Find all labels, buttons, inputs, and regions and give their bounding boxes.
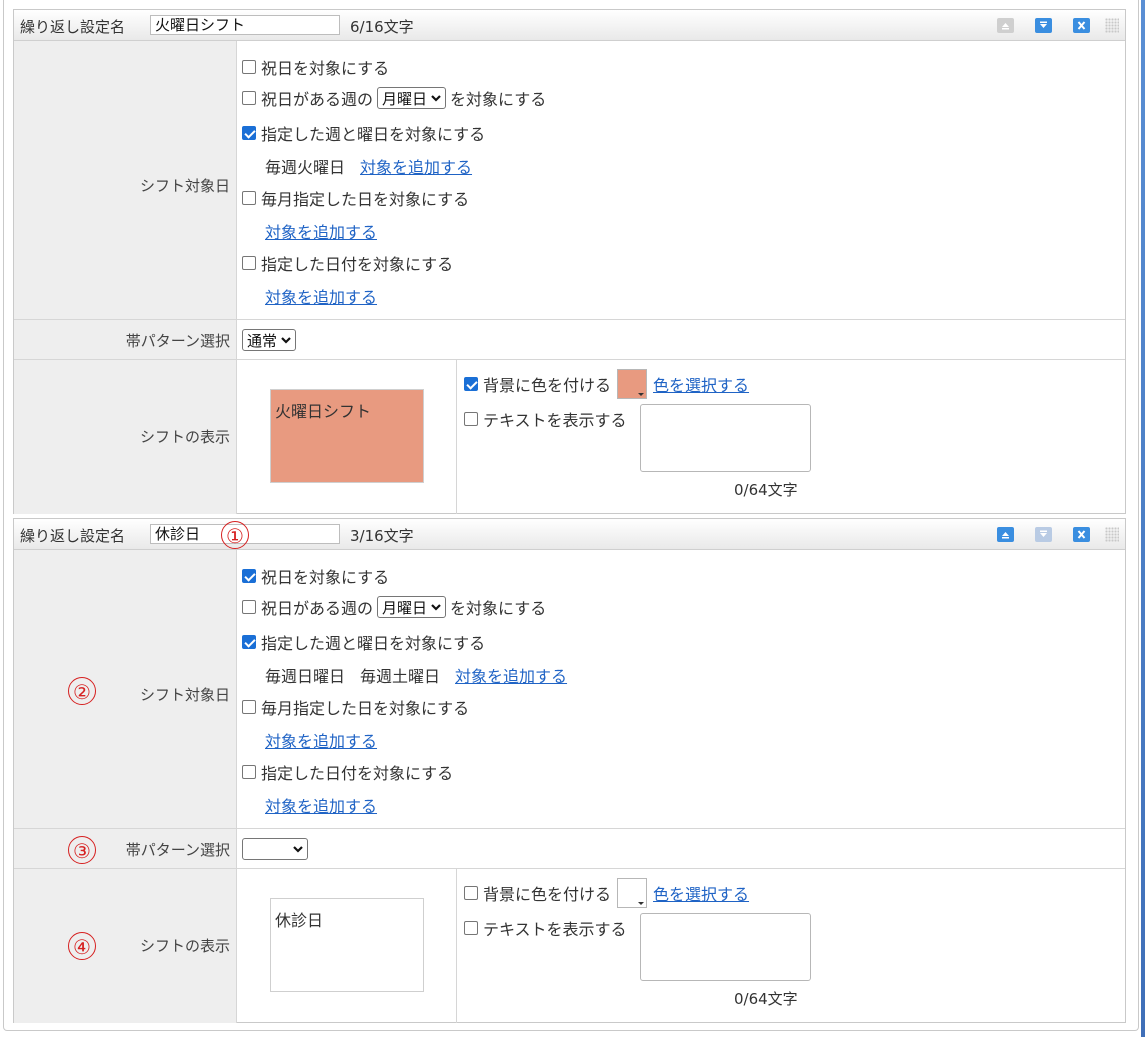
display-text-input[interactable] — [640, 404, 811, 472]
shift-target-label: シフト対象日 — [139, 686, 230, 704]
weekday-select[interactable]: 月曜日 — [377, 596, 447, 618]
holiday-week-checkbox[interactable] — [242, 600, 256, 614]
chevron-down-icon — [293, 846, 303, 853]
name-input[interactable]: 火曜日シフト — [150, 15, 340, 35]
date-option[interactable]: 指定した日付を対象にする — [242, 251, 453, 275]
shift-target-label: シフト対象日 — [139, 177, 230, 195]
window-edge — [1141, 0, 1145, 1037]
chevron-down-icon — [431, 95, 441, 102]
monthly-option[interactable]: 毎月指定した日を対象にする — [242, 186, 469, 210]
repeat-setting-block-1: 繰り返し設定名 火曜日シフト 6/16文字 シフト対象日 祝日を対象にする 祝日… — [13, 9, 1126, 514]
bg-color-checkbox[interactable] — [464, 377, 478, 391]
arrow-down-icon — [1035, 18, 1052, 33]
annotation-marker-4: ④ — [68, 932, 96, 960]
band-pattern-label: 帯パターン選択 — [125, 841, 230, 859]
block-header: 繰り返し設定名 休診日 3/16文字 — [14, 519, 1125, 550]
add-target-link[interactable]: 対象を追加する — [360, 154, 472, 178]
move-up-button[interactable] — [997, 18, 1014, 33]
bg-color-option[interactable]: 背景に色を付ける 色を選択する — [464, 878, 749, 908]
week-day-item: 毎週土曜日 — [360, 667, 441, 686]
bg-color-option[interactable]: 背景に色を付ける 色を選択する — [464, 369, 749, 399]
week-day-list: 毎週火曜日 対象を追加する — [265, 154, 472, 178]
drag-handle-icon[interactable] — [1105, 527, 1119, 542]
add-target-link[interactable]: 対象を追加する — [265, 284, 377, 308]
shift-target-row: シフト対象日 祝日を対象にする 祝日がある週の 月曜日 を対象にする 指定した週… — [14, 550, 1125, 828]
date-checkbox[interactable] — [242, 765, 256, 779]
arrow-up-icon — [997, 527, 1014, 542]
show-text-checkbox[interactable] — [464, 412, 478, 426]
arrow-down-icon — [1035, 527, 1052, 542]
shift-display-label: シフトの表示 — [139, 937, 230, 955]
add-target-link[interactable]: 対象を追加する — [265, 219, 377, 243]
show-text-option[interactable]: テキストを表示する — [464, 407, 627, 431]
name-label: 繰り返し設定名 — [20, 527, 126, 545]
shift-preview: 火曜日シフト — [270, 389, 424, 483]
holiday-week-checkbox[interactable] — [242, 91, 256, 105]
week-day-item: 毎週日曜日 — [265, 667, 346, 686]
color-swatch[interactable] — [617, 878, 648, 908]
holiday-option[interactable]: 祝日を対象にする — [242, 564, 389, 588]
monthly-checkbox[interactable] — [242, 191, 256, 205]
annotation-marker-1: ① — [221, 521, 249, 549]
close-icon — [1073, 527, 1090, 542]
week-day-option[interactable]: 指定した週と曜日を対象にする — [242, 121, 485, 145]
display-text-input[interactable] — [640, 913, 811, 981]
add-target-link[interactable]: 対象を追加する — [455, 663, 567, 687]
shift-target-row: シフト対象日 祝日を対象にする 祝日がある週の 月曜日 を対象にする 指定した週… — [14, 41, 1125, 319]
show-text-option[interactable]: テキストを表示する — [464, 916, 627, 940]
holiday-week-option[interactable]: 祝日がある週の 月曜日 を対象にする — [242, 595, 546, 619]
delete-button[interactable] — [1073, 18, 1090, 33]
monthly-option[interactable]: 毎月指定した日を対象にする — [242, 695, 469, 719]
shift-display-row: シフトの表示 休診日 背景に色を付ける 色を選択する テキストを表示する 0/6… — [14, 868, 1125, 1023]
name-char-count: 3/16文字 — [350, 527, 414, 545]
choose-color-link[interactable]: 色を選択する — [653, 372, 749, 396]
choose-color-link[interactable]: 色を選択する — [653, 881, 749, 905]
add-target-link[interactable]: 対象を追加する — [265, 728, 377, 752]
monthly-checkbox[interactable] — [242, 700, 256, 714]
delete-button[interactable] — [1073, 527, 1090, 542]
arrow-up-icon — [997, 18, 1014, 33]
band-pattern-label: 帯パターン選択 — [125, 332, 230, 350]
weekday-select[interactable]: 月曜日 — [377, 87, 447, 109]
repeat-settings-panel: 繰り返し設定名 火曜日シフト 6/16文字 シフト対象日 祝日を対象にする 祝日… — [3, 0, 1139, 1031]
name-char-count: 6/16文字 — [350, 18, 414, 36]
drag-handle-icon[interactable] — [1105, 18, 1119, 33]
chevron-down-icon — [281, 337, 291, 344]
annotation-marker-3: ③ — [68, 836, 96, 864]
bg-color-checkbox[interactable] — [464, 886, 478, 900]
block-header: 繰り返し設定名 火曜日シフト 6/16文字 — [14, 10, 1125, 41]
close-icon — [1073, 18, 1090, 33]
repeat-setting-block-2: 繰り返し設定名 休診日 3/16文字 シフト対象日 祝日を対象にする 祝日がある… — [13, 518, 1126, 1023]
shift-display-row: シフトの表示 火曜日シフト 背景に色を付ける 色を選択する テキストを表示する … — [14, 359, 1125, 514]
text-char-count: 0/64文字 — [734, 990, 798, 1008]
band-pattern-row: 帯パターン選択 — [14, 828, 1125, 869]
date-checkbox[interactable] — [242, 256, 256, 270]
chevron-down-icon — [431, 604, 441, 611]
band-pattern-select[interactable]: 通常 — [242, 329, 297, 351]
add-target-link[interactable]: 対象を追加する — [265, 793, 377, 817]
week-day-option[interactable]: 指定した週と曜日を対象にする — [242, 630, 485, 654]
week-day-checkbox[interactable] — [242, 635, 256, 649]
name-label: 繰り返し設定名 — [20, 18, 126, 36]
week-day-item: 毎週火曜日 — [265, 158, 346, 177]
move-up-button[interactable] — [997, 527, 1014, 542]
shift-preview: 休診日 — [270, 898, 424, 992]
week-day-list: 毎週日曜日 毎週土曜日 対象を追加する — [265, 663, 567, 687]
shift-display-label: シフトの表示 — [139, 428, 230, 446]
holiday-week-option[interactable]: 祝日がある週の 月曜日 を対象にする — [242, 86, 546, 110]
move-down-button[interactable] — [1035, 18, 1052, 33]
holiday-checkbox[interactable] — [242, 569, 256, 583]
color-swatch[interactable] — [617, 369, 648, 399]
text-char-count: 0/64文字 — [734, 481, 798, 499]
date-option[interactable]: 指定した日付を対象にする — [242, 760, 453, 784]
holiday-checkbox[interactable] — [242, 60, 256, 74]
annotation-marker-2: ② — [68, 677, 96, 705]
holiday-option[interactable]: 祝日を対象にする — [242, 55, 389, 79]
show-text-checkbox[interactable] — [464, 921, 478, 935]
week-day-checkbox[interactable] — [242, 126, 256, 140]
band-pattern-row: 帯パターン選択 通常 — [14, 319, 1125, 360]
band-pattern-select[interactable] — [242, 838, 308, 860]
move-down-button[interactable] — [1035, 527, 1052, 542]
